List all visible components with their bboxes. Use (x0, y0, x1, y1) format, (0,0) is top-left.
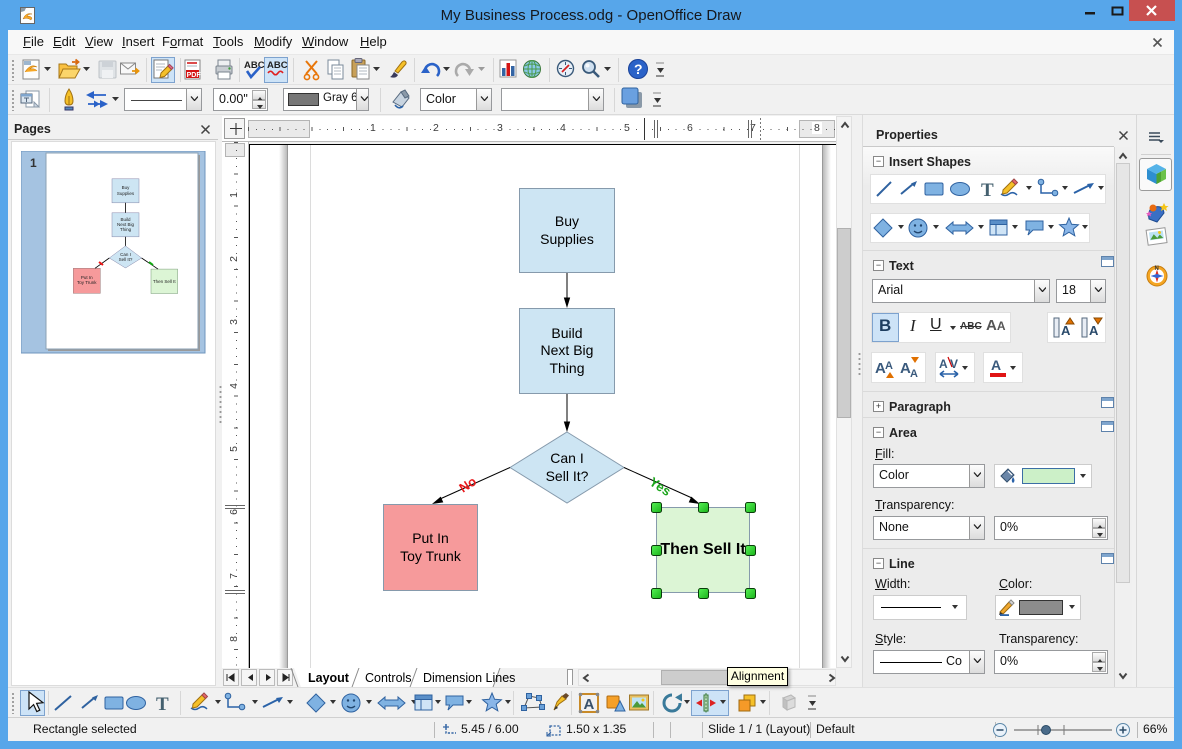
svg-text:ABC: ABC (244, 60, 265, 71)
svg-text:A: A (939, 357, 948, 371)
svg-text:PDF: PDF (187, 72, 202, 79)
svg-text:T: T (156, 694, 169, 715)
svg-text:A: A (910, 368, 918, 380)
svg-text:A: A (885, 360, 893, 372)
svg-text:A: A (991, 357, 1001, 373)
svg-text:1: 1 (30, 156, 37, 170)
svg-text:ABC: ABC (267, 60, 288, 71)
svg-text:A: A (584, 696, 595, 713)
svg-text:Buy: Buy (122, 185, 131, 190)
svg-text:?: ? (634, 61, 643, 77)
svg-text:N: N (1155, 266, 1159, 272)
svg-text:A: A (1089, 323, 1099, 338)
svg-text:Toy Trunk: Toy Trunk (77, 280, 97, 285)
svg-text:T: T (981, 180, 994, 201)
svg-text:Then Sell It: Then Sell It (153, 279, 177, 284)
svg-text:Sell It?: Sell It? (119, 257, 133, 262)
svg-text:A: A (1061, 323, 1071, 338)
svg-text:Supplies: Supplies (117, 191, 135, 196)
svg-text:Thing: Thing (120, 227, 132, 232)
